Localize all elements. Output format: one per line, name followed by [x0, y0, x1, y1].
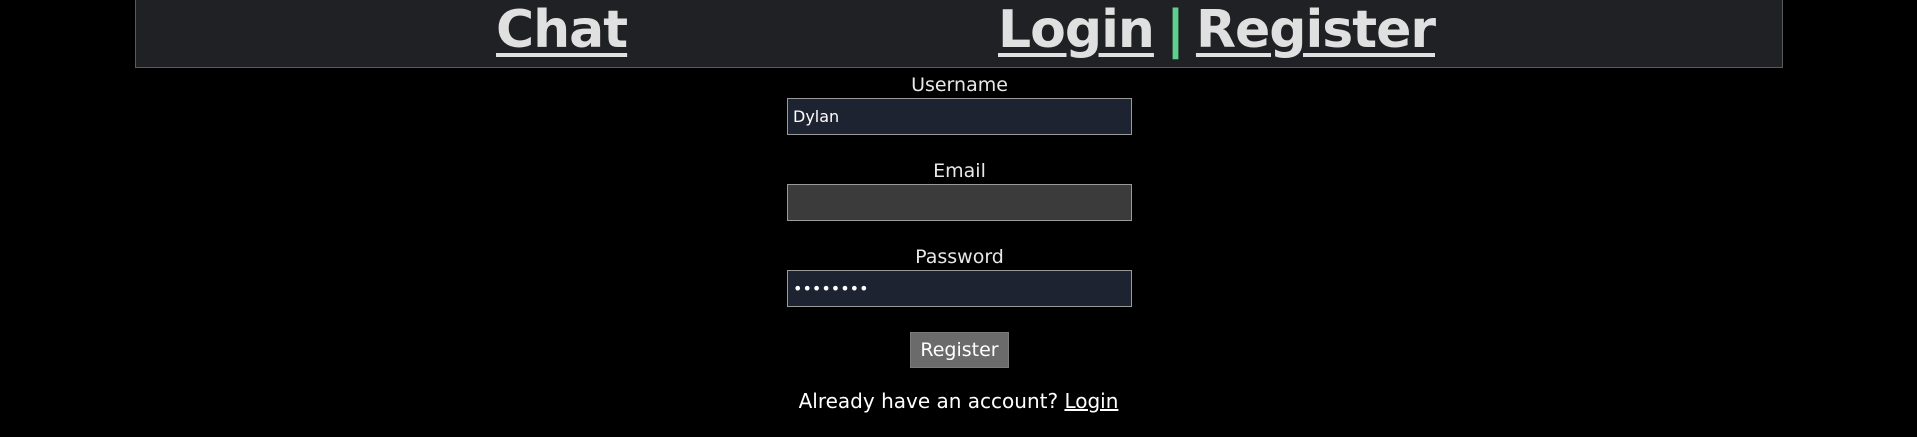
register-page: Chat Login|Register Username Email Passw…	[0, 0, 1917, 437]
email-group: Email	[787, 158, 1132, 244]
top-navbar: Chat Login | Register	[135, 0, 1783, 68]
nav-separator: |	[1165, 0, 1185, 60]
brand-link-chat[interactable]: Chat	[496, 0, 628, 62]
username-group: Username	[787, 72, 1132, 158]
password-input[interactable]	[787, 270, 1132, 307]
nav-login-link[interactable]: Login	[998, 0, 1155, 60]
auth-nav: Login | Register	[998, 0, 1436, 62]
login-prompt-text: Already have an account?	[798, 389, 1059, 413]
password-label: Password	[915, 246, 1004, 268]
footer-login-link[interactable]: Login	[1064, 389, 1118, 413]
register-submit-button[interactable]: Register	[910, 332, 1009, 368]
password-group: Password	[787, 244, 1132, 330]
email-label: Email	[933, 160, 986, 182]
username-label: Username	[911, 74, 1008, 96]
email-input[interactable]	[787, 184, 1132, 221]
login-prompt: Already have an account? Login	[0, 387, 1917, 415]
nav-register-link[interactable]: Register	[1196, 0, 1436, 60]
username-input[interactable]	[787, 98, 1132, 135]
register-form: Username Email Password Register	[787, 72, 1132, 368]
